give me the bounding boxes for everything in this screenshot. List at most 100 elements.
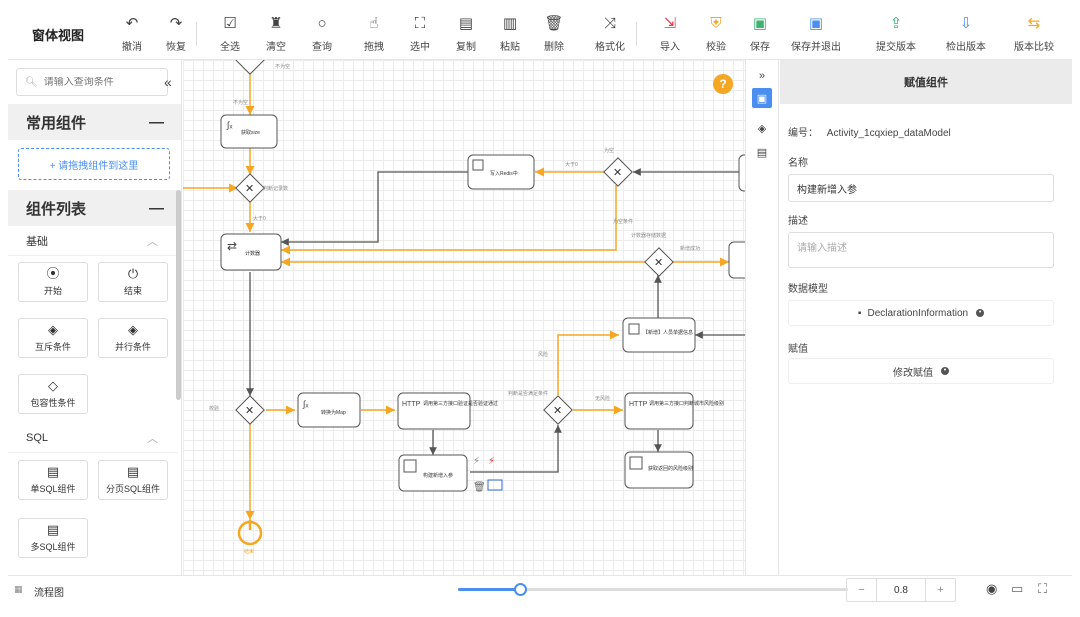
select-button[interactable]: ⛶ 选中 — [398, 12, 442, 56]
common-components-header[interactable]: 常用组件 — — [8, 104, 181, 140]
settings-dot-icon[interactable]: • — [941, 367, 949, 375]
component-search[interactable]: 🔍︎ — [16, 68, 168, 96]
sidebar-scrollbar[interactable] — [176, 190, 181, 400]
checkout-button[interactable]: ⇩ 检出版本 — [938, 12, 994, 56]
search-icon: ○ — [317, 14, 327, 32]
select-all-button[interactable]: ☑ 全选 — [208, 12, 252, 56]
settings-dot-icon[interactable]: • — [976, 309, 985, 317]
drag-button[interactable]: ☝ 拖拽 — [352, 12, 396, 56]
trash-icon: 🗑︎ — [544, 15, 564, 32]
zoom-out-button[interactable]: − — [847, 579, 877, 601]
component-list-header[interactable]: 组件列表 — — [8, 190, 181, 226]
component-inclusive[interactable]: ◇ 包容性条件 — [18, 374, 88, 414]
edit-assignment-label: 修改赋值 — [893, 367, 933, 379]
data-model-selector[interactable]: ▪ DeclarationInformation • — [788, 300, 1054, 326]
clear-button[interactable]: ♜ 清空 — [254, 12, 298, 56]
flow-diagram: ∫ₓ 获取size ✕ ⇄ 计数器 写入Redis中 ✕ ✕ 【新增】人员单据信… — [183, 60, 745, 555]
save-icon: ▣ — [752, 15, 768, 32]
component-label: 单SQL组件 — [30, 484, 76, 494]
validate-button[interactable]: ⛨ 校验 — [694, 12, 738, 56]
edge-label: 风险 — [538, 351, 548, 358]
collapse-sidebar-icon[interactable]: « — [164, 74, 172, 90]
fullscreen-icon[interactable]: ⛶ — [1038, 581, 1047, 597]
toolbar-label: 拖拽 — [364, 42, 384, 53]
paste-icon: ▥ — [502, 15, 518, 32]
component-paged-sql[interactable]: ▤ 分页SQL组件 — [98, 460, 168, 500]
gateway-exclusive — [235, 60, 265, 75]
toolbar-label: 查询 — [312, 42, 332, 53]
paste-button[interactable]: ▥ 粘贴 — [488, 12, 532, 56]
zoom-slider-handle[interactable] — [514, 583, 528, 596]
task-call-api-validate: HTTP 调用第三方接口验证是否验证通过 — [397, 392, 498, 430]
submit-button[interactable]: ⇪ 提交版本 — [868, 12, 924, 56]
svg-text:✕: ✕ — [613, 167, 622, 179]
component-search-input[interactable] — [43, 76, 164, 88]
data-model-value: DeclarationInformation — [867, 307, 969, 319]
flow-edge — [281, 171, 468, 246]
edge-label: 计数器存储数据 — [631, 232, 666, 239]
task-get-risk: 获取返回的风险级别 — [624, 451, 694, 489]
zoom-slider[interactable] — [458, 583, 848, 596]
zoom-value[interactable]: 0.8 — [877, 579, 925, 601]
svg-text:⚡: ⚡ — [488, 456, 495, 467]
format-button[interactable]: ⤨ 格式化 — [582, 12, 638, 56]
component-label: 互斥条件 — [34, 342, 71, 352]
tab-flowchart[interactable]: 流程图 — [34, 584, 64, 599]
exclusive-gateway-icon: ◈ — [48, 322, 58, 337]
edit-assignment-button[interactable]: 修改赋值 • — [788, 358, 1054, 384]
edge-label: 无风险 — [595, 395, 610, 402]
help-icon[interactable]: ? — [713, 74, 733, 94]
category-basic-header[interactable]: 基础 ︿ — [8, 226, 178, 256]
edge-label: 为空 — [604, 147, 614, 154]
compare-button[interactable]: ⇆ 版本比较 — [1006, 12, 1062, 56]
save-exit-button[interactable]: ▣ 保存并退出 — [788, 12, 844, 56]
minimap-icon[interactable]: ▭ — [1011, 581, 1023, 597]
name-label: 名称 — [788, 158, 808, 169]
end-label: 结束 — [244, 548, 254, 555]
power-circle-icon: ⦿ — [46, 266, 60, 281]
submit-icon: ⇪ — [889, 15, 903, 32]
flow-canvas[interactable]: ∫ₓ 获取size ✕ ⇄ 计数器 写入Redis中 ✕ ✕ 【新增】人员单据信… — [183, 60, 745, 575]
parallel-gateway-icon: ◈ — [128, 322, 138, 337]
component-start[interactable]: ⦿ 开始 — [18, 262, 88, 302]
task-to-map: ∫ₓ 转换为Map — [297, 392, 361, 428]
locate-icon[interactable]: ◉ — [986, 581, 997, 597]
svg-text:✕: ✕ — [245, 183, 254, 195]
redo-button[interactable]: ↷ 恢复 — [154, 12, 198, 56]
common-components-dropzone[interactable]: + 请拖拽组件到这里 — [18, 148, 170, 180]
svg-text:✕: ✕ — [245, 405, 254, 417]
toolbar-label: 版本比较 — [1014, 42, 1054, 53]
expand-panel-icon[interactable]: » — [752, 66, 772, 86]
gateway-exclusive: ✕ — [603, 157, 633, 187]
hand-icon: ☝ — [369, 15, 379, 32]
component-multi-sql[interactable]: ▤ 多SQL组件 — [18, 518, 88, 558]
toolbar-label: 删除 — [544, 42, 564, 53]
copy-button[interactable]: ▤ 复制 — [444, 12, 488, 56]
collapse-minus-icon[interactable]: — — [149, 114, 164, 131]
flow-edge — [557, 330, 619, 395]
save-button[interactable]: ▣ 保存 — [738, 12, 782, 56]
component-parallel[interactable]: ◈ 并行条件 — [98, 318, 168, 358]
general-tab-icon[interactable]: ▣ — [752, 88, 772, 108]
paint-bucket-icon[interactable]: ◈ — [752, 118, 772, 138]
category-sql-header[interactable]: SQL ︿ — [8, 423, 178, 453]
query-button[interactable]: ○ 查询 — [300, 12, 344, 56]
svg-text:⇄: ⇄ — [227, 239, 237, 253]
collapse-minus-icon[interactable]: — — [149, 200, 164, 217]
component-single-sql[interactable]: ▤ 单SQL组件 — [18, 460, 88, 500]
node-context-pad: ⚡ ⚡ 🗑︎ — [473, 456, 503, 493]
name-field[interactable]: 构建新增入参 — [788, 174, 1054, 202]
save-exit-icon: ▣ — [808, 15, 824, 32]
component-exclusive[interactable]: ◈ 互斥条件 — [18, 318, 88, 358]
component-end[interactable]: ⏻ 结束 — [98, 262, 168, 302]
table-tab-icon[interactable]: ▤ — [752, 142, 772, 162]
node-label: 写入Redis中 — [490, 170, 518, 177]
end-event: 结束 — [237, 520, 263, 555]
delete-button[interactable]: 🗑︎ 删除 — [532, 12, 576, 56]
undo-button[interactable]: ↶ 撤消 — [110, 12, 154, 56]
description-field[interactable]: 请输入描述 — [788, 232, 1054, 268]
toolbar-divider — [636, 22, 637, 46]
import-button[interactable]: ⇲ 导入 — [648, 12, 692, 56]
multi-sql-icon: ▤ — [46, 522, 60, 537]
zoom-in-button[interactable]: + — [925, 579, 955, 601]
